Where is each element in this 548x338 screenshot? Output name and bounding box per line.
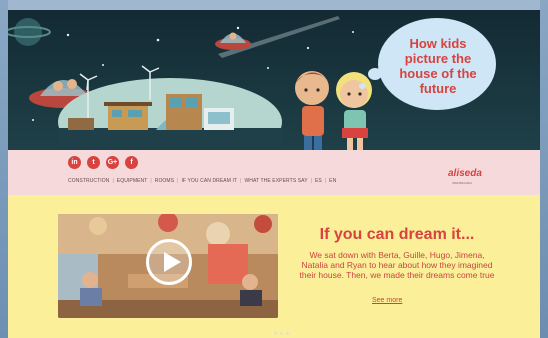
menu-separator: | [310,178,312,184]
speech-bubble-tail [359,83,366,89]
video-thumbnail[interactable] [58,214,278,318]
menu-item-experts[interactable]: WHAT THE EXPERTS SAY [244,178,307,184]
menu-separator: | [112,178,114,184]
see-more-link[interactable]: See more [372,297,402,304]
twitter-icon[interactable]: t [87,156,100,169]
carousel-dot[interactable] [280,332,283,335]
social-links: in t G+ f [68,156,138,169]
menu-item-construction[interactable]: CONSTRUCTION [68,178,109,184]
menu-item-dream[interactable]: IF YOU CAN DREAM IT [181,178,237,184]
section-heading: If you can dream it... [319,226,475,243]
play-icon [164,252,181,272]
menu-item-rooms[interactable]: ROOMS [155,178,174,184]
play-button[interactable] [146,239,192,285]
menu-item-equipment[interactable]: EQUIPMENT [117,178,148,184]
navigation-bar: in t G+ f CONSTRUCTION | EQUIPMENT | ROO… [8,150,540,195]
menu-separator: | [150,178,152,184]
hero-title: How kids picture the house of the future [399,36,477,96]
browser-right-edge [540,0,548,338]
menu-separator: | [324,178,327,184]
carousel-dot[interactable] [286,332,289,335]
language-es[interactable]: ES [315,178,322,184]
googleplus-icon[interactable]: G+ [106,156,119,169]
logo-subtitle: INMOBILIARIA [452,181,473,185]
browser-left-edge [0,0,8,338]
main-menu: CONSTRUCTION | EQUIPMENT | ROOMS | IF YO… [68,178,336,184]
carousel-dot[interactable] [274,332,277,335]
planet [14,18,42,46]
speech-bubble-tail [368,68,382,80]
hero-banner: How kids picture the house of the future [8,10,540,150]
section-description: We sat down with Berta, Guille, Hugo, Ji… [299,250,495,280]
browser-top-edge [0,0,548,10]
web-page: How kids picture the house of the future… [8,10,540,338]
linkedin-icon[interactable]: in [68,156,81,169]
menu-separator: | [177,178,179,184]
carousel-dots [274,332,289,335]
language-en[interactable]: EN [329,178,336,184]
aliseda-logo[interactable]: aliseda [448,168,482,179]
menu-separator: | [240,178,242,184]
facebook-icon[interactable]: f [125,156,138,169]
